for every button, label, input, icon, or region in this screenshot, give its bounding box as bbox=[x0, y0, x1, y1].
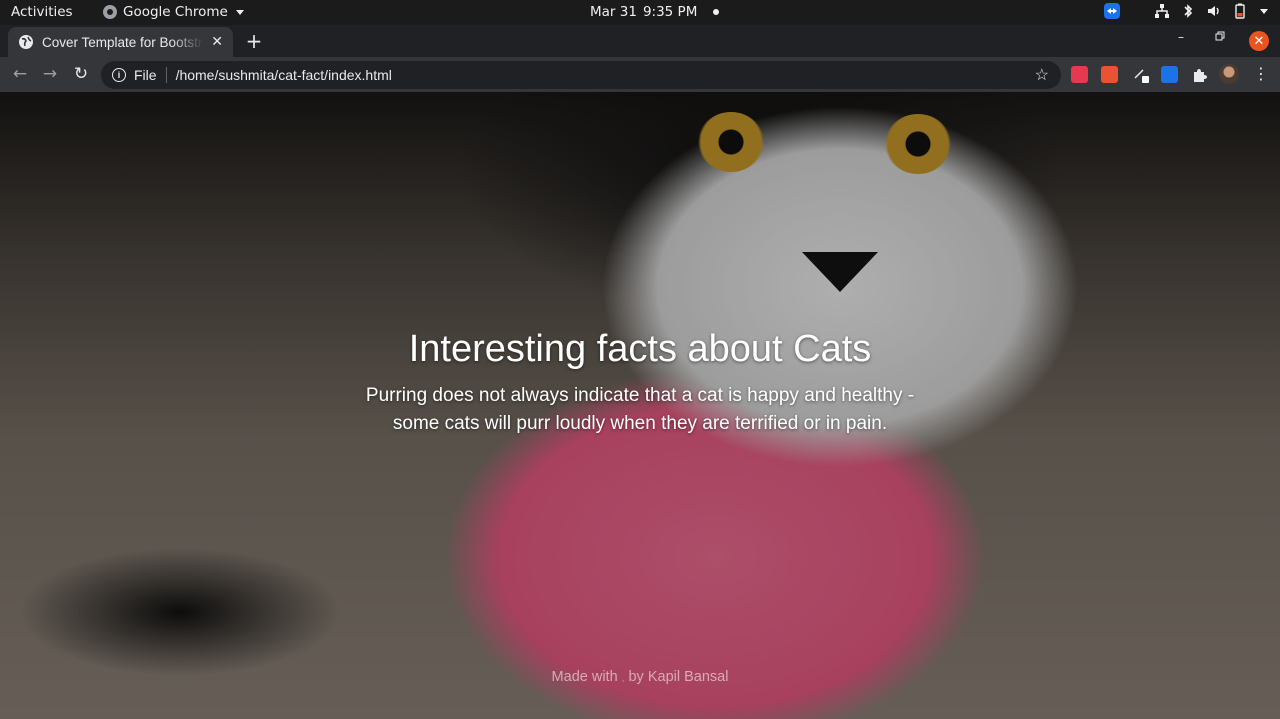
page-viewport: Interesting facts about Cats Purring doe… bbox=[0, 92, 1280, 719]
bluetooth-icon[interactable] bbox=[1180, 3, 1196, 19]
cat-fact-text: Purring does not always indicate that a … bbox=[0, 382, 1280, 438]
system-tray[interactable] bbox=[1104, 3, 1268, 19]
globe-icon bbox=[19, 35, 33, 49]
scheme-label: File bbox=[134, 67, 157, 83]
cat-right-eye bbox=[885, 114, 951, 174]
tab-title: Cover Template for Bootstrap bbox=[42, 34, 204, 50]
cat-nose bbox=[802, 252, 878, 292]
blue-extension-icon[interactable] bbox=[1161, 66, 1178, 83]
info-icon[interactable]: i bbox=[112, 68, 126, 82]
forward-arrow-icon[interactable]: → bbox=[40, 64, 60, 84]
kebab-menu-icon[interactable]: ⋮ bbox=[1251, 64, 1271, 83]
orange-extension-icon[interactable] bbox=[1101, 66, 1118, 83]
footer-prefix: Made with bbox=[551, 669, 618, 685]
tab-strip: Cover Template for Bootstrap ✕ + – ✕ bbox=[0, 25, 1280, 57]
profile-avatar[interactable] bbox=[1219, 64, 1239, 84]
app-menu-label: Google Chrome bbox=[123, 4, 228, 20]
volume-icon[interactable] bbox=[1206, 3, 1222, 19]
new-tab-button[interactable]: + bbox=[244, 29, 264, 53]
restore-icon[interactable] bbox=[1215, 30, 1225, 44]
clock-time: 9:35 PM bbox=[642, 4, 698, 20]
teamviewer-icon[interactable] bbox=[1104, 3, 1120, 19]
notification-dot-icon bbox=[713, 9, 720, 15]
system-top-bar: Activities Google Chrome Mar 31 9:35 PM bbox=[0, 0, 1280, 25]
clock-date: Mar 31 bbox=[590, 4, 637, 20]
tab-close-icon[interactable]: ✕ bbox=[211, 34, 223, 50]
cat-left-eye bbox=[698, 112, 764, 172]
activities-button[interactable]: Activities bbox=[11, 4, 73, 20]
caret-down-icon bbox=[235, 9, 244, 15]
puzzle-icon[interactable] bbox=[1191, 66, 1208, 83]
white-extension-icon[interactable] bbox=[1133, 66, 1150, 83]
chrome-icon bbox=[103, 5, 117, 19]
app-menu[interactable]: Google Chrome bbox=[103, 4, 244, 20]
reload-icon[interactable]: ↻ bbox=[71, 64, 91, 84]
address-bar[interactable]: i File /home/sushmita/cat-fact/index.htm… bbox=[101, 61, 1061, 89]
battery-icon[interactable] bbox=[1232, 3, 1248, 19]
footer-author: by Kapil Bansal bbox=[628, 669, 729, 685]
address-separator bbox=[165, 67, 167, 83]
back-arrow-icon[interactable]: ← bbox=[10, 64, 30, 84]
heart-icon: , bbox=[621, 673, 625, 684]
minimize-icon[interactable]: – bbox=[1178, 30, 1184, 44]
network-icon[interactable] bbox=[1154, 3, 1170, 19]
page-heading: Interesting facts about Cats bbox=[408, 328, 872, 370]
page-footer: Made with , by Kapil Bansal bbox=[0, 669, 1280, 685]
cat-fact-line-2: some cats will purr loudly when they are… bbox=[392, 413, 888, 434]
cover-content: Interesting facts about Cats Purring doe… bbox=[0, 328, 1280, 438]
browser-toolbar: ← → ↻ i File /home/sushmita/cat-fact/ind… bbox=[0, 57, 1280, 92]
clock[interactable]: Mar 31 9:35 PM bbox=[590, 4, 720, 20]
bookmark-star-icon[interactable]: ☆ bbox=[1035, 65, 1049, 85]
url-text[interactable]: /home/sushmita/cat-fact/index.html bbox=[176, 67, 392, 83]
system-menu-caret-icon[interactable] bbox=[1260, 8, 1268, 14]
cat-fact-line-1: Purring does not always indicate that a … bbox=[365, 385, 915, 406]
window-close-icon[interactable]: ✕ bbox=[1249, 31, 1269, 51]
tab-cover-template[interactable]: Cover Template for Bootstrap ✕ bbox=[8, 27, 233, 57]
red-extension-icon[interactable] bbox=[1071, 66, 1088, 83]
